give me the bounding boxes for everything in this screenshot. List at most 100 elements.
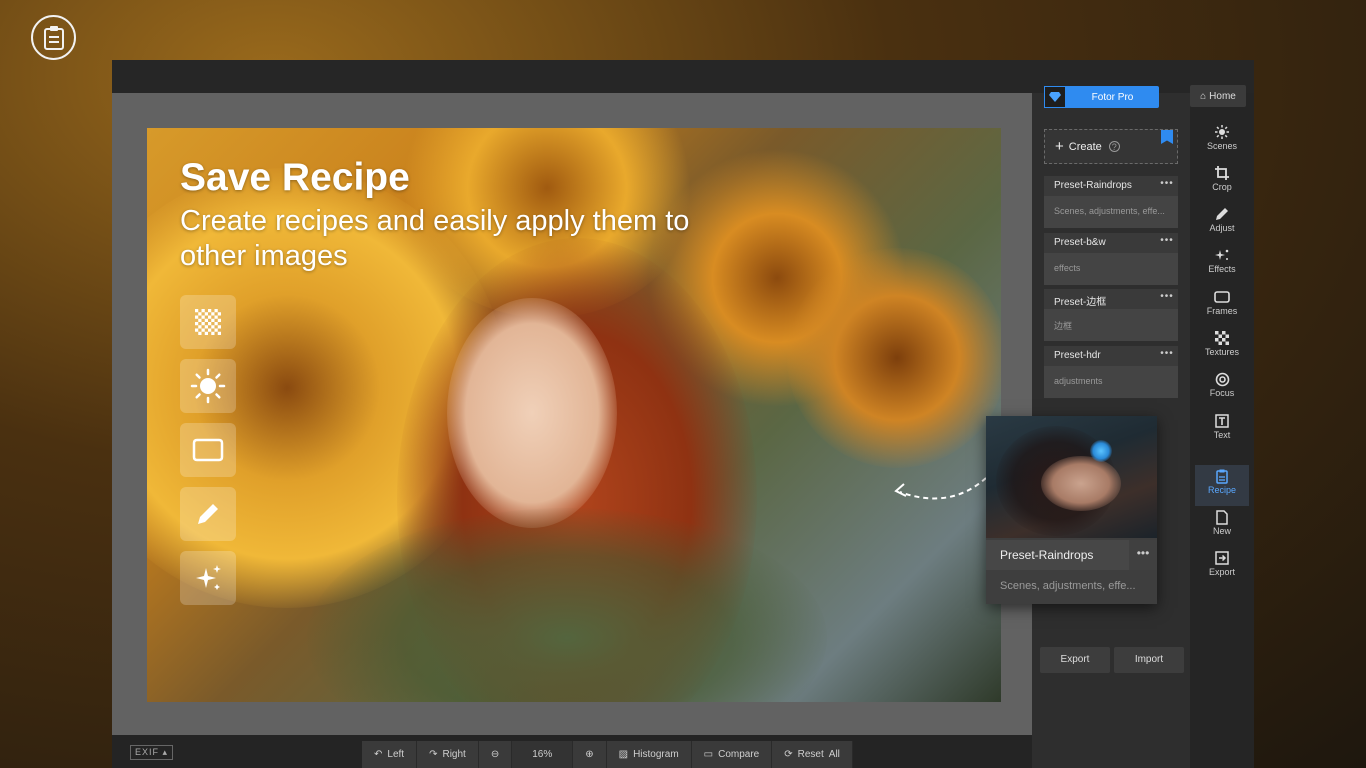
preset-name: Preset-hdr xyxy=(1044,346,1156,366)
photo-face xyxy=(447,298,617,528)
rail-item-crop[interactable]: Crop xyxy=(1195,162,1249,203)
zoom-in-button[interactable]: ⊕ xyxy=(573,741,607,768)
home-button[interactable]: ⌂ Home xyxy=(1190,85,1246,107)
zoom-out-button[interactable]: ⊖ xyxy=(479,741,513,768)
effects-icon xyxy=(1214,246,1230,264)
zoom-out-icon: ⊖ xyxy=(490,749,500,760)
frames-icon xyxy=(1214,288,1230,306)
preset-name: Preset-边框 xyxy=(1044,289,1156,309)
photo-canvas[interactable]: Save Recipe Create recipes and easily ap… xyxy=(147,128,1001,702)
sun-tile[interactable] xyxy=(180,359,236,413)
histogram-label: Histogram xyxy=(633,749,679,760)
hero-title: Save Recipe xyxy=(180,156,410,199)
preset-more-button[interactable]: ••• xyxy=(1156,346,1178,366)
zoom-in-icon: ⊕ xyxy=(585,749,594,760)
canvas-area: Save Recipe Create recipes and easily ap… xyxy=(112,93,1032,735)
app-window: Save Recipe Create recipes and easily ap… xyxy=(112,60,1254,768)
zoom-level[interactable]: 16% xyxy=(512,741,574,768)
create-recipe-button[interactable]: + Create ? xyxy=(1044,129,1178,164)
frame-icon xyxy=(192,438,224,462)
rail-label: Scenes xyxy=(1206,141,1238,151)
clipboard-icon[interactable] xyxy=(31,15,76,60)
crop-icon xyxy=(1215,164,1229,182)
preset-description: effects xyxy=(1054,263,1081,273)
export-icon xyxy=(1215,549,1229,567)
sun-icon xyxy=(190,368,226,404)
text-icon xyxy=(1215,412,1229,430)
adjust-icon xyxy=(1215,205,1229,223)
card-description: Scenes, adjustments, effe... xyxy=(1000,580,1136,592)
preset-name: Preset-Raindrops xyxy=(1044,176,1156,196)
preset-more-button[interactable]: ••• xyxy=(1156,289,1178,309)
sparkle-tile[interactable] xyxy=(180,551,236,605)
rail-label: Textures xyxy=(1204,347,1239,357)
preset-item[interactable]: Preset-b&w ••• effects xyxy=(1044,233,1178,285)
preset-item[interactable]: Preset-边框 ••• 边框 xyxy=(1044,289,1178,341)
preset-description: Scenes, adjustments, effe... xyxy=(1054,206,1165,216)
export-recipe-button[interactable]: Export xyxy=(1040,647,1110,673)
preset-more-button[interactable]: ••• xyxy=(1156,233,1178,253)
histogram-icon: ▨ xyxy=(618,749,629,760)
pencil-tile[interactable] xyxy=(180,487,236,541)
rail-label: New xyxy=(1212,526,1231,536)
pencil-icon xyxy=(198,504,218,524)
clipboard-glyph xyxy=(43,25,64,50)
recipe-icon xyxy=(1216,467,1228,485)
rail-item-new[interactable]: New xyxy=(1195,506,1249,547)
rotate-right-label: Right xyxy=(442,749,466,760)
rail-label: Crop xyxy=(1212,182,1232,192)
dragged-preset-card[interactable]: Preset-Raindrops ••• Scenes, adjustments… xyxy=(986,416,1157,604)
texture-icon xyxy=(195,309,221,335)
preset-name: Preset-b&w xyxy=(1044,233,1156,253)
rail-item-recipe[interactable]: Recipe xyxy=(1195,465,1249,506)
create-label: Create xyxy=(1068,140,1102,153)
frame-tile[interactable] xyxy=(180,423,236,477)
preset-item[interactable]: Preset-Raindrops ••• Scenes, adjustments… xyxy=(1044,176,1178,228)
rail-item-scenes[interactable]: Scenes xyxy=(1195,121,1249,162)
textures-icon xyxy=(1215,329,1229,347)
preset-description: adjustments xyxy=(1054,376,1103,386)
card-name: Preset-Raindrops xyxy=(1000,548,1094,562)
reset-icon: ⟳ xyxy=(784,749,793,760)
rotate-left-label: Left xyxy=(387,749,405,760)
exif-label: EXIF xyxy=(135,747,160,757)
preset-description: 边框 xyxy=(1054,321,1073,331)
rail-item-textures[interactable]: Textures xyxy=(1195,327,1249,368)
rail-label: Export xyxy=(1208,567,1235,577)
rail-item-frames[interactable]: Frames xyxy=(1195,286,1249,327)
fotor-pro-button[interactable]: Fotor Pro xyxy=(1044,86,1159,108)
bottom-toolbar: EXIF ▴ ↶ Left ↷ Right ⊖ 16% ⊕ ▨ Histogram ▭… xyxy=(112,735,1032,768)
card-more-button[interactable]: ••• xyxy=(1129,540,1157,570)
compare-label: Compare xyxy=(718,749,760,760)
compare-icon: ▭ xyxy=(703,749,714,760)
new-icon xyxy=(1216,508,1228,526)
help-icon[interactable]: ? xyxy=(1108,141,1120,152)
rail-label: Frames xyxy=(1206,306,1238,316)
histogram-button[interactable]: ▨ Histogram xyxy=(607,741,692,768)
focus-icon xyxy=(1215,370,1230,388)
fotor-pro-label: Fotor Pro xyxy=(1091,91,1134,103)
apply-arrow-icon xyxy=(894,477,987,500)
rail-item-adjust[interactable]: Adjust xyxy=(1195,203,1249,244)
rail-item-export[interactable]: Export xyxy=(1195,547,1249,588)
rail-label: Adjust xyxy=(1209,223,1235,233)
plus-icon: + xyxy=(1055,138,1064,155)
rail-item-text[interactable]: Text xyxy=(1195,410,1249,451)
preset-more-button[interactable]: ••• xyxy=(1156,176,1178,196)
compare-button[interactable]: ▭ Compare xyxy=(692,741,773,768)
rail-label: Effects xyxy=(1208,264,1236,274)
rail-item-focus[interactable]: Focus xyxy=(1195,368,1249,409)
thumb-butterfly xyxy=(1090,440,1112,462)
reset-all-label: Reset All xyxy=(797,749,840,760)
rotate-left-icon: ↶ xyxy=(374,749,383,760)
rotate-right-icon: ↷ xyxy=(429,749,438,760)
rail-item-effects[interactable]: Effects xyxy=(1195,244,1249,285)
rotate-left-button[interactable]: ↶ Left xyxy=(362,741,418,768)
exif-button[interactable]: EXIF ▴ xyxy=(130,745,174,760)
import-recipe-button[interactable]: Import xyxy=(1114,647,1184,673)
rotate-right-button[interactable]: ↷ Right xyxy=(417,741,479,768)
preset-item[interactable]: Preset-hdr ••• adjustments xyxy=(1044,346,1178,398)
sparkle-icon xyxy=(196,565,221,590)
reset-all-button[interactable]: ⟳ Reset All xyxy=(772,741,853,768)
texture-tile[interactable] xyxy=(180,295,236,349)
